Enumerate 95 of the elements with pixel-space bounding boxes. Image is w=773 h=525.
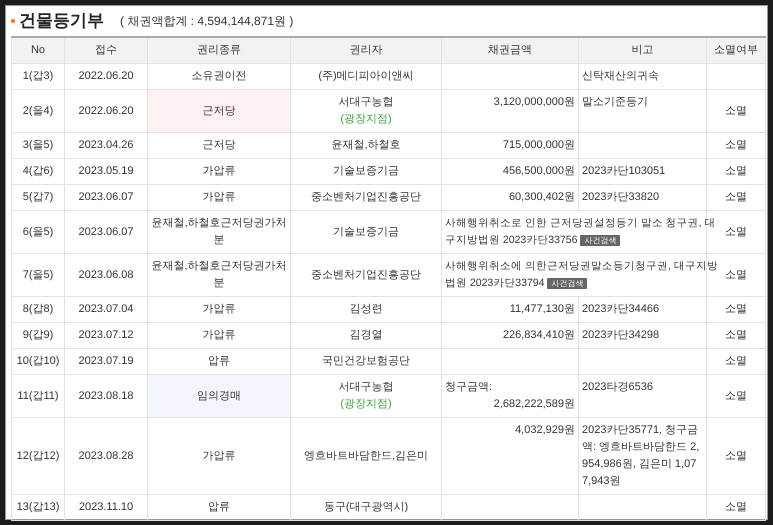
table-cell: 가압류	[148, 322, 290, 348]
amount-text: 60,300,402원	[508, 190, 575, 205]
table-cell: 근저당	[148, 132, 290, 158]
table-cell: 2023.06.08	[64, 254, 148, 296]
amount-text: 715,000,000원	[502, 138, 575, 153]
table-cell: 2(을4)	[12, 90, 64, 132]
note-text: 2023카단34466	[582, 303, 660, 315]
column-header: 채권금액	[442, 37, 578, 64]
amount-text: 4,032,929원	[514, 423, 575, 438]
note-text: 2023카단103051	[582, 165, 666, 177]
column-header: 비고	[578, 37, 706, 64]
note-text: 사해행위취소에 의한근저당권말소등기청구권, 대구지방	[445, 259, 718, 274]
table-cell: 13(갑13)	[12, 494, 64, 520]
holder-text: 서대구농협	[338, 380, 394, 395]
table-cell: 2023.06.07	[64, 210, 148, 254]
table-cell: 2023.11.10	[64, 494, 148, 520]
status-text: 소멸	[725, 355, 747, 367]
table-cell: 가압류	[148, 418, 290, 494]
status-text: 소멸	[725, 450, 747, 462]
table-cell: 11(갑11)	[12, 374, 64, 418]
case-search-button[interactable]: 사건검색	[580, 235, 620, 246]
note-text: 2023카단34298	[582, 329, 660, 341]
note-text: 말소기준등기	[582, 96, 648, 108]
branch-text: (광장지점)	[340, 112, 392, 127]
note-text: 법원 2023카단33794	[445, 276, 544, 291]
table-cell: 윤재철,하철호근저당권가처분	[148, 210, 290, 254]
status-text: 소멸	[725, 104, 747, 116]
table-cell: 2023.06.07	[64, 184, 148, 210]
column-header: 소멸여부	[706, 37, 766, 64]
table-cell: 2023.07.19	[64, 348, 148, 374]
status-text: 소멸	[725, 165, 747, 177]
status-text: 소멸	[725, 329, 747, 341]
table-cell: 5(갑7)	[12, 184, 64, 210]
table-cell: 8(갑8)	[12, 296, 64, 322]
table-cell: 2023.04.26	[64, 132, 148, 158]
table-cell: 7(을5)	[12, 254, 64, 296]
note-text: 구지방법원 2023카단33756	[445, 233, 578, 248]
amount-text: 3,120,000,000원	[492, 95, 575, 110]
column-header: 권리자	[290, 37, 442, 64]
table-cell: 2023.08.28	[64, 418, 148, 494]
section-title: 건물등기부	[19, 10, 104, 32]
status-text: 소멸	[725, 390, 747, 402]
table-cell: 12(갑12)	[12, 418, 64, 494]
status-text: 소멸	[725, 268, 747, 280]
column-header: 접수	[64, 37, 148, 64]
table-cell: 2023.05.19	[64, 158, 148, 184]
table-cell: 근저당	[148, 90, 290, 132]
holder-text: 김경열	[350, 328, 382, 343]
table-cell: 윤재철,하철호근저당권가처분	[148, 254, 290, 296]
table-cell: 가압류	[148, 158, 290, 184]
amount-text: 11,477,130원	[508, 302, 575, 317]
table-cell: 10(갑10)	[12, 348, 64, 374]
bullet-icon	[11, 19, 15, 23]
holder-text: 윤재철,하철호	[331, 138, 401, 153]
table-cell: 1(갑3)	[12, 64, 64, 90]
holder-text: 김성련	[350, 302, 382, 317]
note-text: 사해행위취소로 인한 근저당권설정등기 말소 청구권, 대	[445, 216, 716, 231]
note-text: 2023카단35771, 청구금액: 엥흐바트바담한드 2,954,986원, 김은미 1,077,943원	[582, 424, 700, 487]
amount-text: 456,500,000원	[502, 164, 575, 179]
table-cell: 가압류	[148, 296, 290, 322]
table-cell: 4(갑6)	[12, 158, 64, 184]
table-cell: 2022.06.20	[64, 64, 148, 90]
column-header: 권리종류	[148, 37, 290, 64]
status-text: 소멸	[725, 191, 747, 203]
holder-text: 중소벤처기업진흥공단	[311, 268, 421, 282]
holder-text: 중소벤처기업진흥공단	[311, 190, 421, 205]
table-cell: 9(갑9)	[12, 322, 64, 348]
holder-text: 기술보증기금	[333, 224, 399, 240]
holder-text: 국민건강보험공단	[322, 354, 410, 369]
amount-label: 청구금액:	[445, 380, 494, 395]
holder-text: 동구(대구광역시)	[324, 500, 408, 515]
note-text: 2023타경6536	[582, 381, 653, 393]
total-text: ( 채권액합계 : 4,594,144,871원 )	[120, 13, 294, 30]
table-cell: 3(을5)	[12, 132, 64, 158]
case-search-button[interactable]: 사건검색	[547, 278, 588, 289]
holder-text: (주)메디피아이앤씨	[318, 69, 414, 84]
holder-text: 서대구농협	[338, 95, 394, 110]
table-cell: 2023.07.04	[64, 296, 148, 322]
status-text: 소멸	[725, 139, 747, 151]
table-cell: 임의경매	[148, 374, 290, 418]
column-header: No	[12, 37, 64, 64]
status-text: 소멸	[725, 303, 747, 315]
branch-text: (광장지점)	[340, 397, 392, 412]
holder-text: 엥흐바트바담한드,김은미	[304, 448, 428, 464]
status-text: 소멸	[725, 226, 747, 238]
amount-text: 226,834,410원	[502, 328, 575, 343]
table-cell: 6(을5)	[12, 210, 64, 254]
table-cell: 가압류	[148, 184, 290, 210]
table-cell: 압류	[148, 494, 290, 520]
note-text: 신탁재산의귀속	[582, 70, 659, 82]
note-text: 2023카단33820	[582, 191, 660, 203]
table-cell: 2023.07.12	[64, 322, 148, 348]
holder-text: 기술보증기금	[333, 164, 399, 179]
amount-text: 2,682,222,589원	[492, 397, 575, 412]
status-text: 소멸	[725, 501, 747, 513]
